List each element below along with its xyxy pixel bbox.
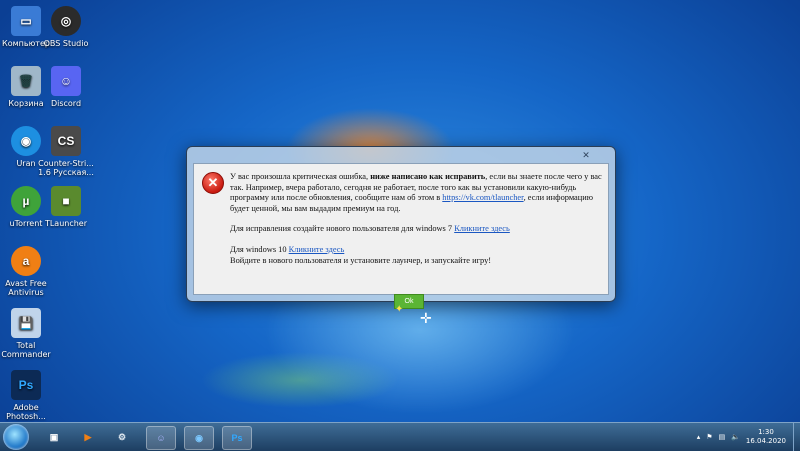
win10-instructions: Войдите в нового пользователя и установи…	[230, 255, 492, 265]
total-commander-taskbar-icon[interactable]: ▣	[40, 426, 68, 448]
discord-icon: ☺	[51, 66, 81, 96]
error-dialog: ✕ ✕ У вас произошла критическая ошибка, …	[186, 146, 616, 309]
total-commander-icon: 💾	[11, 308, 41, 338]
dialog-content: ✕ У вас произошла критическая ошибка, ни…	[193, 163, 609, 309]
avast-icon: a	[11, 246, 41, 276]
win10-paragraph: Для windows 10 Кликните здесь	[230, 245, 606, 256]
desktop-icon-obs[interactable]: ◎ OBS Studio	[34, 6, 98, 48]
steam-taskbar-icon[interactable]: ⚙	[108, 426, 136, 448]
error-text: У вас произошла критическая ошибка,	[230, 172, 371, 181]
taskbar: ▣ ▶ ⚙ ☺ ◉ Ps ▴ ⚑ ▤ 🔈 1:30 16.04.2020	[0, 422, 800, 451]
clock-date: 16.04.2020	[745, 437, 786, 445]
counter-strike-icon: CS	[51, 126, 81, 156]
network-icon[interactable]: ▤	[719, 433, 726, 441]
tray-arrow-icon[interactable]: ▴	[697, 433, 701, 441]
desktop-icon-label: Discord	[50, 99, 82, 108]
desktop-icon-discord[interactable]: ☺ Discord	[34, 66, 98, 108]
desktop-icon-label: Counter-Stri... 1.6 Русская...	[38, 159, 94, 177]
tlauncher-icon: ■	[51, 186, 81, 216]
obs-icon: ◎	[51, 6, 81, 36]
desktop-icon-label: Adobe Photosh...	[6, 403, 46, 421]
desktop-icon-label: Uran	[16, 159, 36, 168]
show-desktop-button[interactable]	[793, 423, 800, 451]
desktop-icon-label: TLauncher	[44, 219, 88, 228]
desktop-icon-label: Avast Free Antivirus	[5, 279, 47, 297]
error-message: У вас произошла критическая ошибка, ниже…	[230, 172, 606, 266]
win7-paragraph: Для исправления создайте нового пользова…	[230, 224, 606, 235]
win10-fix-link[interactable]: Кликните здесь	[289, 245, 345, 254]
sparkle-decoration: ✦	[395, 304, 404, 315]
desktop-icon-label: Total Commander	[1, 341, 51, 359]
discord-taskbar-icon[interactable]: ☺	[146, 426, 176, 450]
error-text-bold: ниже написано как исправить	[370, 172, 486, 181]
photoshop-taskbar-icon[interactable]: Ps	[222, 426, 252, 450]
desktop-icon-tlauncher[interactable]: ■ TLauncher	[34, 186, 98, 228]
photoshop-icon: Ps	[11, 370, 41, 400]
desktop-icon-counter-strike[interactable]: CS Counter-Stri... 1.6 Русская...	[34, 126, 98, 177]
flag-icon[interactable]: ⚑	[706, 433, 712, 441]
media-player-taskbar-icon[interactable]: ▶	[74, 426, 102, 448]
uran-taskbar-icon[interactable]: ◉	[184, 426, 214, 450]
mouse-cursor-icon: ✛	[420, 311, 432, 327]
vk-link[interactable]: https://vk.com/tlauncher	[442, 193, 523, 202]
win7-fix-link[interactable]: Кликните здесь	[454, 224, 510, 233]
win7-text: Для исправления создайте нового пользова…	[230, 224, 455, 234]
clock-time: 1:30	[758, 428, 774, 436]
system-tray: ▴ ⚑ ▤ 🔈 1:30 16.04.2020	[697, 427, 786, 447]
error-icon: ✕	[202, 172, 224, 194]
desktop-icon-photoshop[interactable]: Ps Adobe Photosh...	[0, 370, 58, 421]
desktop-icon-label: OBS Studio	[43, 39, 89, 48]
clock[interactable]: 1:30 16.04.2020	[746, 428, 786, 446]
win10-text: Для windows 10	[230, 244, 289, 254]
start-button[interactable]	[3, 424, 29, 450]
desktop-icon-total-commander[interactable]: 💾 Total Commander	[0, 308, 58, 359]
error-paragraph: У вас произошла критическая ошибка, ниже…	[230, 172, 606, 214]
close-button[interactable]: ✕	[579, 151, 593, 161]
volume-icon[interactable]: 🔈	[731, 433, 740, 441]
desktop-icon-avast[interactable]: a Avast Free Antivirus	[0, 246, 58, 297]
